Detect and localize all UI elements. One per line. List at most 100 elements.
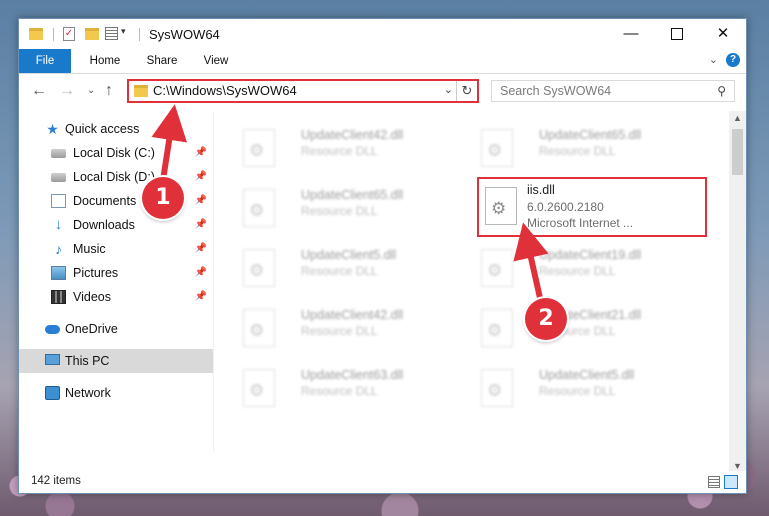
file-name: UpdateClient42.dll (301, 128, 404, 142)
close-button[interactable]: ✕ (700, 19, 746, 49)
dll-file-icon: ⚙ (243, 189, 275, 227)
tab-file[interactable]: File (19, 49, 71, 73)
file-name: UpdateClient5.dll (301, 248, 397, 262)
drive-icon (51, 149, 66, 158)
new-folder-icon[interactable] (85, 28, 99, 40)
expand-ribbon-chevron-icon[interactable]: ⌄ (709, 53, 718, 66)
sidebar-item-downloads[interactable]: ↓ Downloads 📌 (19, 213, 213, 237)
dll-file-icon: ⚙ (481, 249, 513, 287)
gear-icon: ⚙ (487, 321, 503, 340)
refresh-button[interactable]: ↻ (456, 81, 477, 101)
gear-icon: ⚙ (487, 141, 503, 160)
large-icons-view-icon[interactable] (724, 475, 738, 489)
sidebar-item-quick-access[interactable]: ★ Quick access (19, 117, 213, 141)
file-item-iis-dll[interactable]: ⚙ iis.dll 6.0.2600.2180 Microsoft Intern… (477, 177, 707, 237)
file-item[interactable]: ⚙ UpdateClient21.dll Resource DLL (467, 301, 687, 353)
pane-divider[interactable] (213, 111, 214, 451)
pin-icon[interactable]: 📌 (195, 141, 207, 165)
drive-icon (51, 173, 66, 182)
pin-icon[interactable]: 📌 (195, 165, 207, 189)
address-bar[interactable]: C:\Windows\SysWOW64 ⌄ ↻ (127, 79, 479, 103)
dll-file-icon: ⚙ (243, 309, 275, 347)
file-item[interactable]: ⚙ UpdateClient65.dll Resource DLL (229, 181, 449, 233)
documents-icon (51, 194, 66, 208)
sidebar-item-label: Documents (73, 194, 137, 208)
step-1-badge: 1 (142, 177, 184, 219)
file-item[interactable]: ⚙ UpdateClient65.dll Resource DLL (467, 121, 687, 173)
item-count: 142 items (31, 475, 81, 487)
folder-icon (134, 85, 148, 97)
toolbar-separator (139, 28, 140, 41)
pin-icon[interactable]: 📌 (195, 237, 207, 261)
vertical-scrollbar[interactable]: ▲ ▼ (729, 111, 746, 473)
sidebar-item-onedrive[interactable]: OneDrive (19, 317, 213, 341)
sidebar-item-local-disk-d[interactable]: Local Disk (D:) 📌 (19, 165, 213, 189)
dll-file-icon: ⚙ (243, 369, 275, 407)
dll-file-icon: ⚙ (243, 249, 275, 287)
tab-view[interactable]: View (191, 49, 241, 73)
file-item[interactable]: ⚙ UpdateClient19.dll Resource DLL (467, 241, 687, 293)
search-icon[interactable]: ⚲ (717, 84, 726, 98)
file-name: iis.dll (527, 183, 555, 197)
quick-access-dropdown-icon[interactable]: ▾ (121, 26, 126, 42)
dll-file-icon: ⚙ (485, 187, 517, 225)
file-item[interactable]: ⚙ UpdateClient42.dll Resource DLL (229, 301, 449, 353)
help-icon[interactable]: ? (726, 53, 740, 67)
videos-icon (51, 290, 66, 304)
address-path[interactable]: C:\Windows\SysWOW64 (153, 83, 297, 98)
pin-icon[interactable]: 📌 (195, 261, 207, 285)
minimize-button[interactable]: — (608, 19, 654, 49)
music-icon: ♪ (55, 241, 62, 257)
sidebar-item-this-pc[interactable]: This PC (19, 349, 213, 373)
customize-toolbar-icon[interactable] (105, 27, 118, 40)
dll-file-icon: ⚙ (481, 369, 513, 407)
sidebar-item-videos[interactable]: Videos 📌 (19, 285, 213, 309)
network-icon (45, 386, 60, 400)
file-type: Resource DLL (301, 324, 378, 338)
back-button[interactable]: ← (31, 82, 47, 100)
sidebar-item-label: This PC (65, 354, 110, 368)
toolbar-separator (53, 28, 54, 41)
window-title: SysWOW64 (149, 27, 220, 42)
scrollbar-thumb[interactable] (732, 129, 743, 175)
gear-icon: ⚙ (487, 261, 503, 280)
address-dropdown-icon[interactable]: ⌄ (444, 83, 453, 96)
sidebar-item-network[interactable]: Network (19, 381, 213, 405)
tab-share[interactable]: Share (135, 49, 189, 73)
search-input[interactable]: Search SysWOW64 (500, 84, 611, 98)
pin-icon[interactable]: 📌 (195, 285, 207, 309)
file-item[interactable]: ⚙ UpdateClient5.dll Resource DLL (467, 361, 687, 413)
scroll-up-icon[interactable]: ▲ (733, 113, 742, 123)
sidebar-item-music[interactable]: ♪ Music 📌 (19, 237, 213, 261)
sidebar-item-documents[interactable]: Documents 📌 (19, 189, 213, 213)
pin-icon[interactable]: 📌 (195, 213, 207, 237)
file-version: 6.0.2600.2180 (527, 200, 604, 214)
forward-button[interactable]: → (59, 82, 75, 100)
sidebar-item-label: Local Disk (C:) (73, 146, 155, 160)
dll-file-icon: ⚙ (243, 129, 275, 167)
tab-home[interactable]: Home (77, 49, 133, 73)
address-row: ← → ⌄ ↑ C:\Windows\SysWOW64 ⌄ ↻ Search S… (19, 74, 746, 110)
gear-icon: ⚙ (249, 141, 265, 160)
navigation-pane: ★ Quick access Local Disk (C:) 📌 Local D… (19, 111, 213, 451)
pin-icon[interactable]: 📌 (195, 189, 207, 213)
file-item[interactable]: ⚙ UpdateClient63.dll Resource DLL (229, 361, 449, 413)
properties-check-icon[interactable]: ✓ (63, 27, 75, 41)
sidebar-item-label: OneDrive (65, 322, 118, 336)
sidebar-item-label: Downloads (73, 218, 135, 232)
file-item[interactable]: ⚙ UpdateClient42.dll Resource DLL (229, 121, 449, 173)
dll-file-icon: ⚙ (481, 309, 513, 347)
up-button[interactable]: ↑ (105, 82, 113, 100)
sidebar-item-local-disk-c[interactable]: Local Disk (C:) 📌 (19, 141, 213, 165)
details-view-icon[interactable] (708, 476, 720, 488)
maximize-button[interactable] (654, 19, 700, 49)
scroll-down-icon[interactable]: ▼ (733, 461, 742, 471)
sidebar-item-pictures[interactable]: Pictures 📌 (19, 261, 213, 285)
computer-icon (45, 354, 60, 365)
title-bar: ✓ ▾ SysWOW64 — ✕ (19, 19, 746, 49)
search-box[interactable]: Search SysWOW64 ⚲ (491, 80, 735, 102)
recent-locations-chevron-icon[interactable]: ⌄ (87, 85, 95, 96)
file-item[interactable]: ⚙ UpdateClient5.dll Resource DLL (229, 241, 449, 293)
file-type: Resource DLL (539, 384, 616, 398)
file-list: ⚙ UpdateClient42.dll Resource DLL ⚙ Upda… (215, 111, 729, 463)
